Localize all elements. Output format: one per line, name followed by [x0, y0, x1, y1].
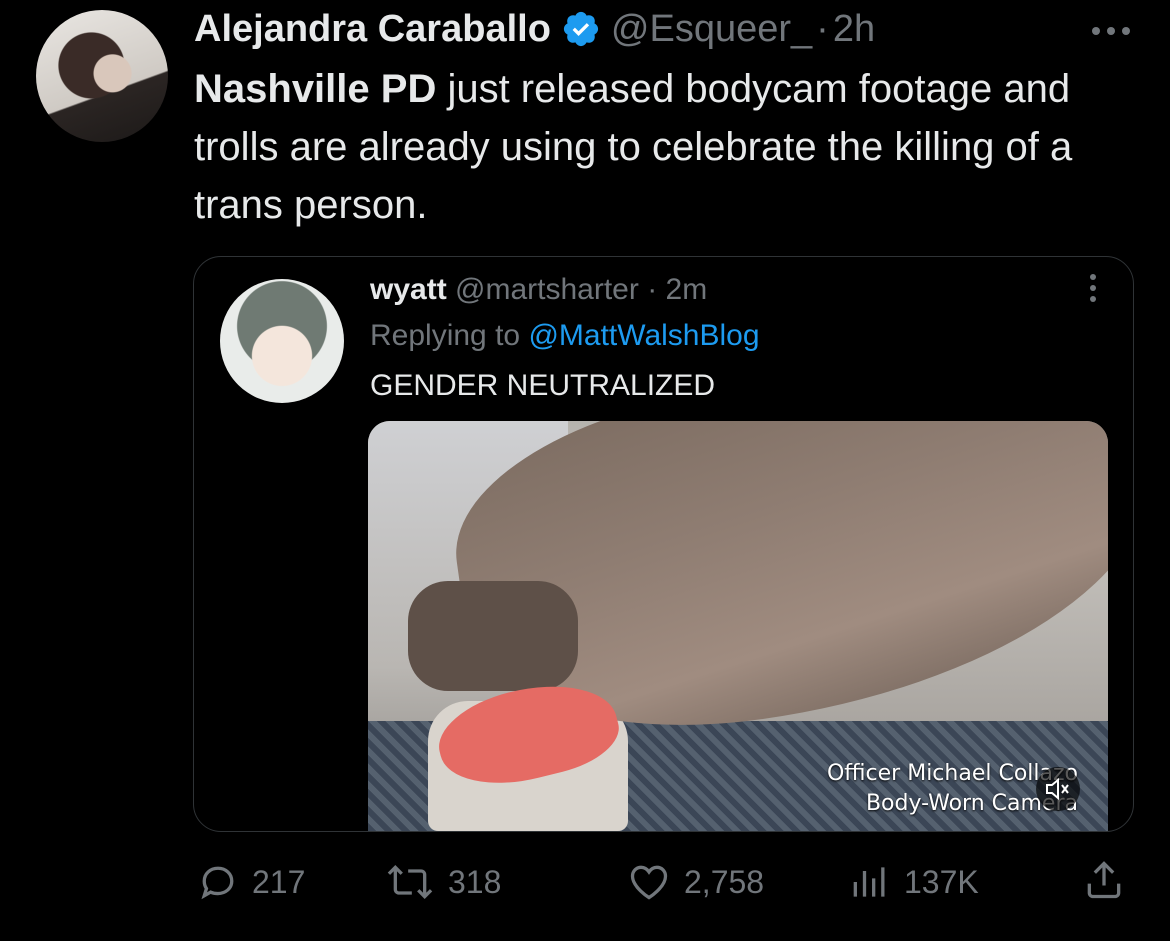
- quoted-author-avatar[interactable]: [220, 279, 344, 403]
- like-count: 2,758: [684, 864, 765, 900]
- quoted-tweet-time[interactable]: 2m: [666, 273, 708, 306]
- like-button[interactable]: 2,758: [626, 858, 764, 906]
- share-button[interactable]: [1082, 858, 1126, 902]
- retweet-icon: [387, 864, 433, 900]
- verified-badge-icon: [563, 11, 598, 47]
- reply-icon: [201, 866, 234, 900]
- retweet-button[interactable]: 318: [384, 858, 501, 906]
- quoted-tweet-header: wyatt @martsharter · 2m: [370, 269, 707, 311]
- tweet-text: Nashville PD just released bodycam foota…: [194, 60, 1134, 234]
- volume-muted-icon: [1046, 778, 1069, 800]
- reply-button[interactable]: 217: [196, 858, 305, 906]
- retweet-count: 318: [448, 864, 502, 900]
- quoted-author-handle[interactable]: @martsharter: [455, 273, 639, 306]
- more-vertical-icon: [1090, 274, 1096, 302]
- tweet-actions: 217 318 2,758 137K: [196, 858, 1136, 908]
- tweet-header: Alejandra Caraballo @Esqueer_ · 2h: [194, 4, 875, 54]
- heart-icon: [630, 865, 668, 900]
- quoted-more-button[interactable]: [1089, 273, 1097, 303]
- reply-count: 217: [252, 864, 306, 900]
- replying-to: Replying to @MattWalshBlog: [370, 315, 760, 357]
- quoted-author-name[interactable]: wyatt: [370, 273, 447, 306]
- views-count: 137K: [904, 864, 979, 900]
- more-horizontal-icon: [1092, 27, 1130, 35]
- time-separator: ·: [816, 8, 829, 50]
- tweet-text-bold: Nashville PD: [194, 67, 437, 111]
- author-name[interactable]: Alejandra Caraballo: [194, 4, 551, 54]
- tweet-time[interactable]: 2h: [833, 4, 875, 54]
- views-button[interactable]: 137K: [848, 858, 979, 906]
- views-bar-chart-icon: [853, 867, 885, 897]
- replying-to-mention[interactable]: @MattWalshBlog: [528, 319, 759, 352]
- quoted-video[interactable]: Officer Michael Collazo Body-Worn Camera: [368, 421, 1108, 831]
- author-avatar[interactable]: [36, 10, 168, 142]
- share-icon: [1087, 861, 1121, 899]
- author-handle[interactable]: @Esqueer_: [611, 4, 812, 54]
- video-frame-hand: [408, 581, 578, 691]
- quoted-time-separator: ·: [647, 273, 658, 306]
- quoted-tweet[interactable]: wyatt @martsharter · 2m Replying to @Mat…: [193, 256, 1134, 832]
- more-options-button[interactable]: [1090, 8, 1132, 47]
- quoted-tweet-text: GENDER NEUTRALIZED: [370, 369, 716, 402]
- tweet: Alejandra Caraballo @Esqueer_ · 2h Nashvil…: [0, 0, 1170, 941]
- mute-button[interactable]: [1036, 767, 1080, 811]
- replying-to-prefix: Replying to: [370, 319, 529, 352]
